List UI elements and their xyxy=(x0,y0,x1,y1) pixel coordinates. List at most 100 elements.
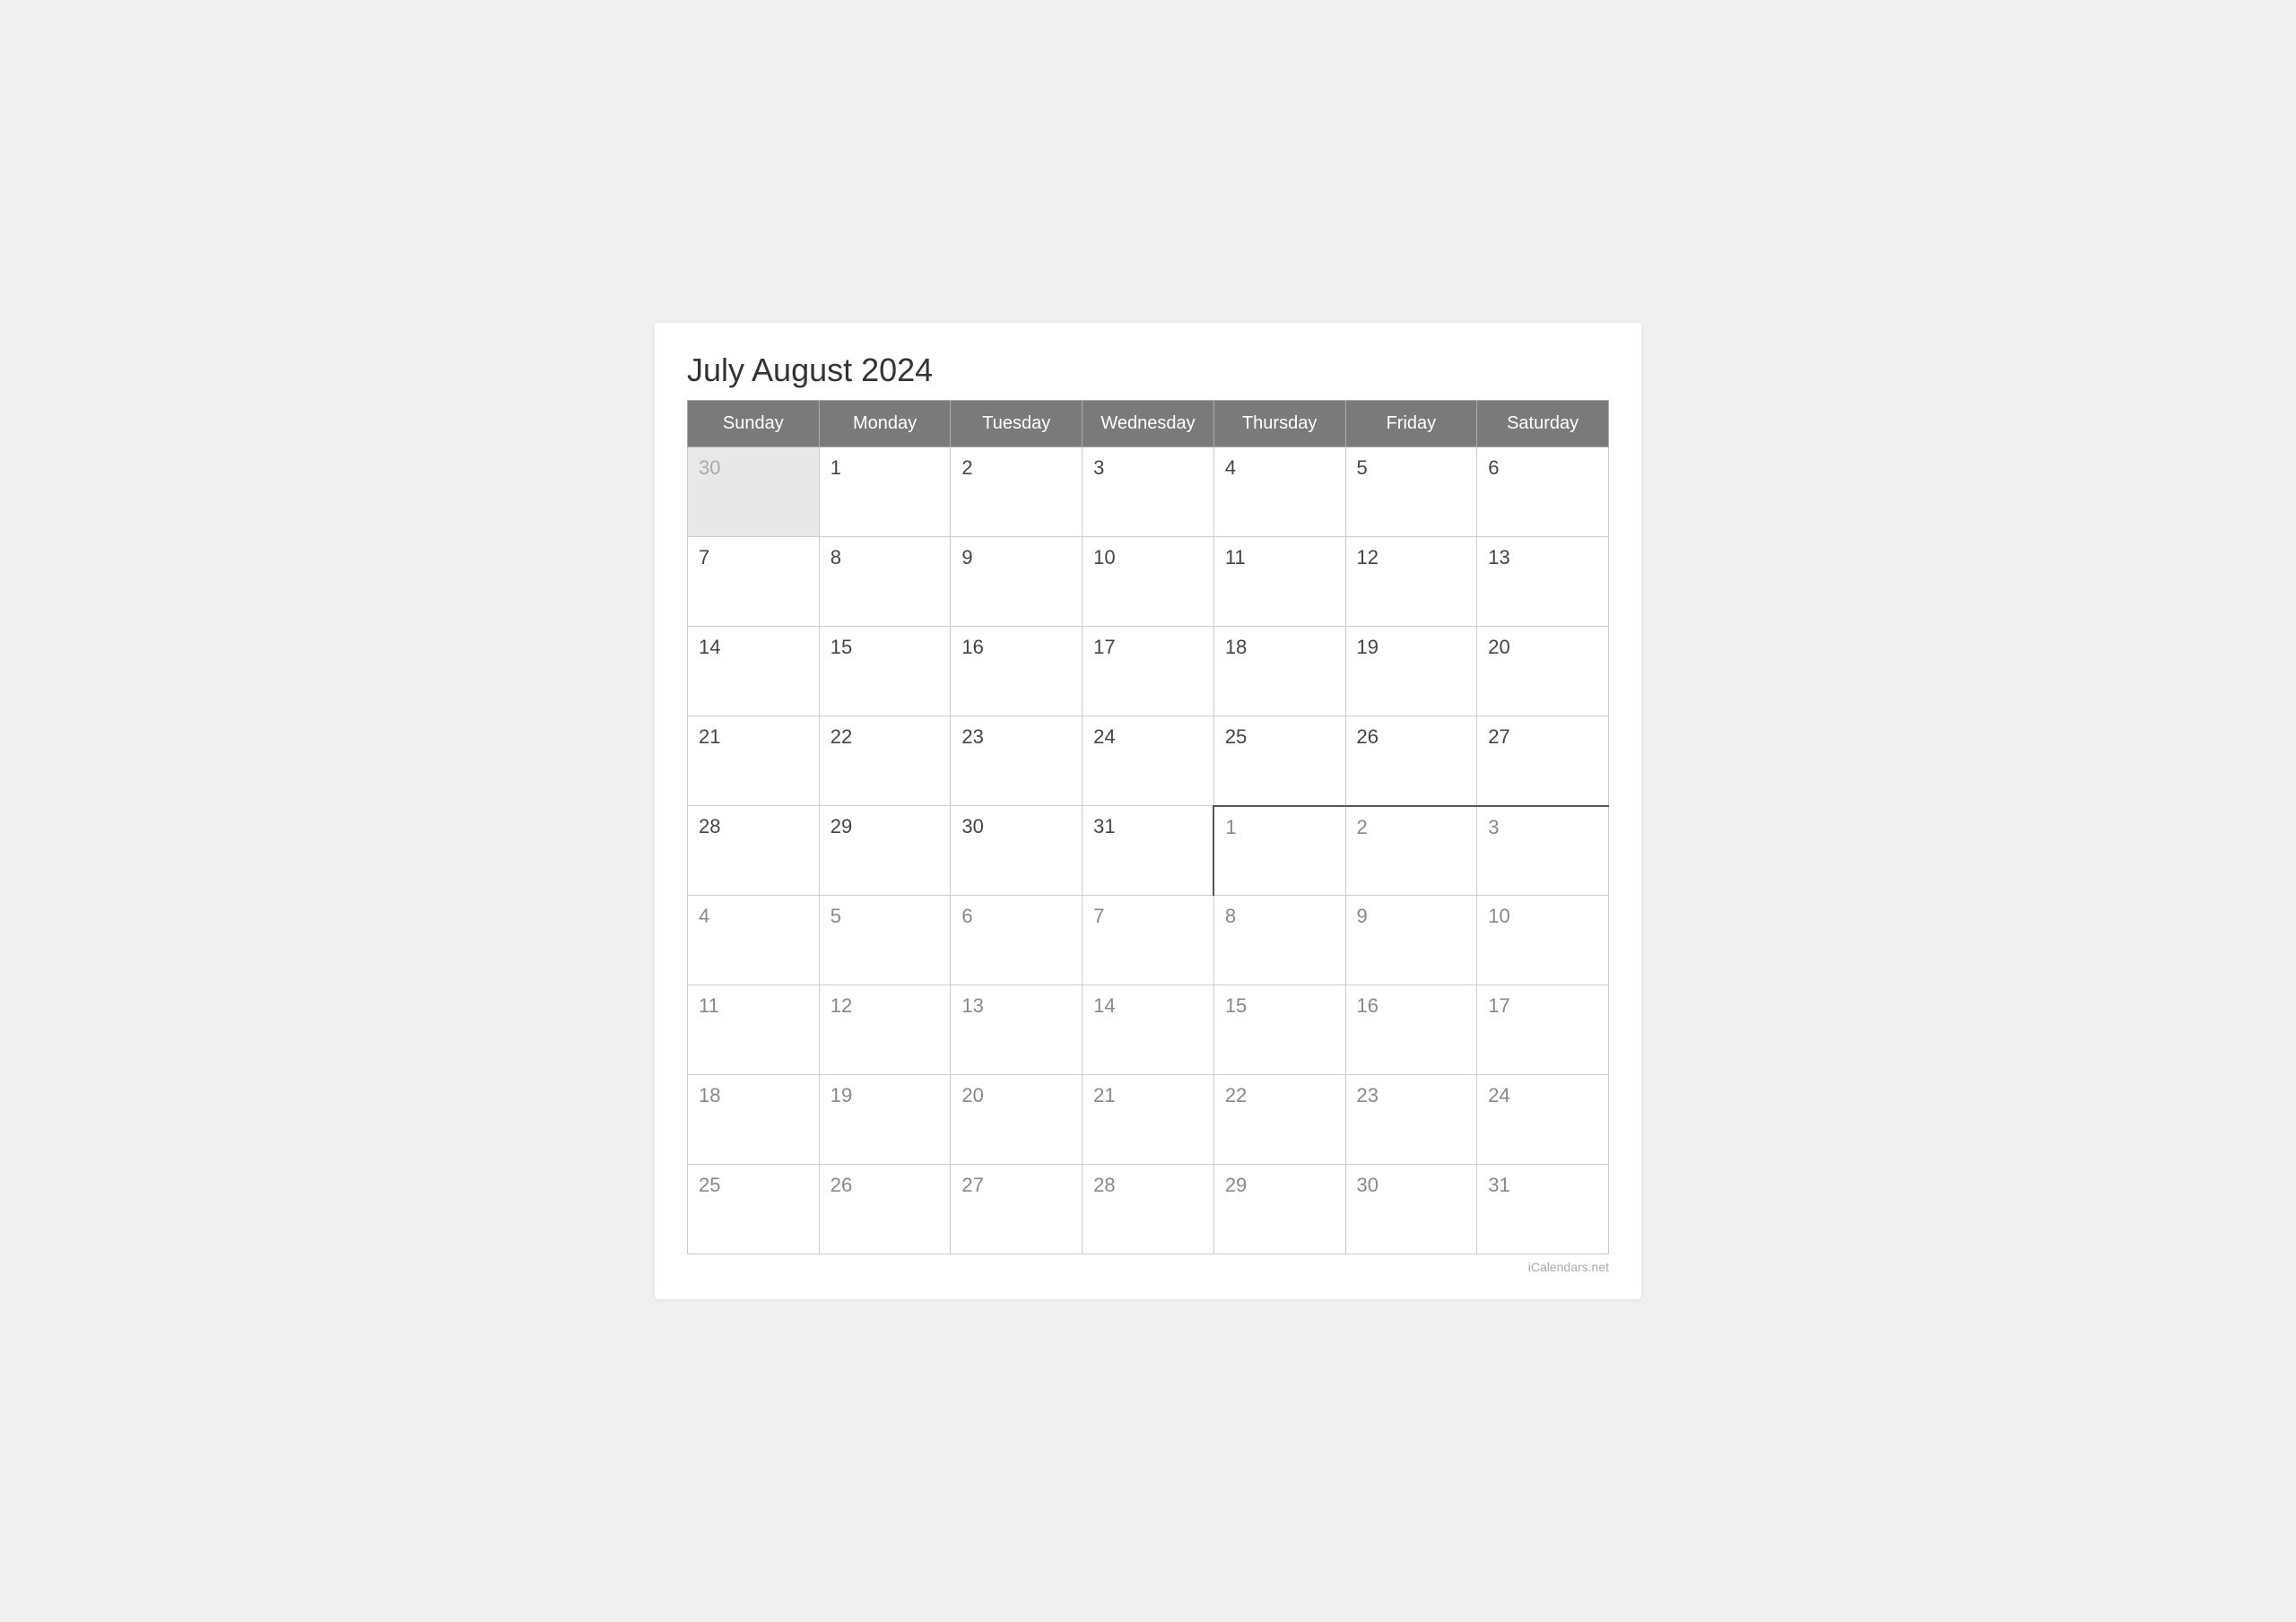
calendar-cell: 15 xyxy=(819,627,951,716)
calendar-cell: 24 xyxy=(1477,1075,1609,1165)
day-number: 28 xyxy=(699,815,720,837)
calendar-cell: 8 xyxy=(819,537,951,627)
calendar-row: 18192021222324 xyxy=(688,1075,1609,1165)
day-number: 20 xyxy=(961,1084,983,1106)
calendar-cell: 7 xyxy=(688,537,820,627)
calendar-title: July August 2024 xyxy=(687,351,1609,389)
day-number: 8 xyxy=(1225,905,1236,927)
calendar-cell: 14 xyxy=(688,627,820,716)
calendar-cell: 31 xyxy=(1083,806,1214,896)
calendar-cell: 28 xyxy=(1083,1165,1214,1254)
day-number: 8 xyxy=(831,546,841,568)
calendar-row: 11121314151617 xyxy=(688,985,1609,1075)
calendar-cell: 9 xyxy=(1345,896,1477,985)
calendar-cell: 31 xyxy=(1477,1165,1609,1254)
calendar-cell: 20 xyxy=(951,1075,1083,1165)
day-number: 21 xyxy=(699,725,720,748)
calendar-row: 21222324252627 xyxy=(688,716,1609,806)
calendar-table: SundayMondayTuesdayWednesdayThursdayFrid… xyxy=(687,400,1609,1254)
calendar-cell: 17 xyxy=(1477,985,1609,1075)
calendar-cell: 13 xyxy=(1477,537,1609,627)
calendar-cell: 11 xyxy=(688,985,820,1075)
day-number: 22 xyxy=(831,725,852,748)
day-number: 7 xyxy=(1093,905,1104,927)
day-number: 2 xyxy=(1357,816,1368,838)
calendar-cell: 26 xyxy=(819,1165,951,1254)
calendar-header: SundayMondayTuesdayWednesdayThursdayFrid… xyxy=(688,401,1609,447)
calendar-cell: 27 xyxy=(1477,716,1609,806)
calendar-cell: 8 xyxy=(1213,896,1345,985)
day-number: 12 xyxy=(831,994,852,1017)
calendar-cell: 16 xyxy=(951,627,1083,716)
day-number: 19 xyxy=(1357,636,1378,658)
day-number: 3 xyxy=(1093,456,1104,479)
calendar-cell: 22 xyxy=(1213,1075,1345,1165)
calendar-cell: 1 xyxy=(1213,806,1345,896)
calendar-row: 28 29 30 31 1 2 3 xyxy=(688,806,1609,896)
calendar-cell: 23 xyxy=(951,716,1083,806)
calendar-cell: 19 xyxy=(1345,627,1477,716)
calendar-cell: 12 xyxy=(819,985,951,1075)
day-number: 29 xyxy=(831,815,852,837)
calendar-container: July August 2024 SundayMondayTuesdayWedn… xyxy=(655,323,1641,1299)
calendar-cell: 3 xyxy=(1083,447,1214,537)
day-number: 16 xyxy=(961,636,983,658)
day-number: 27 xyxy=(1488,725,1509,748)
calendar-cell: 4 xyxy=(688,896,820,985)
day-number: 21 xyxy=(1093,1084,1115,1106)
day-number: 1 xyxy=(1225,816,1236,838)
calendar-cell: 28 xyxy=(688,806,820,896)
calendar-cell: 23 xyxy=(1345,1075,1477,1165)
day-number: 11 xyxy=(699,994,719,1017)
calendar-cell: 5 xyxy=(819,896,951,985)
day-number: 6 xyxy=(1488,456,1499,479)
day-number: 27 xyxy=(961,1174,983,1196)
header-cell-friday: Friday xyxy=(1345,401,1477,447)
calendar-cell: 6 xyxy=(1477,447,1609,537)
day-number: 30 xyxy=(699,456,720,479)
calendar-cell: 7 xyxy=(1083,896,1214,985)
day-number: 16 xyxy=(1357,994,1378,1017)
calendar-row: 25262728293031 xyxy=(688,1165,1609,1254)
day-number: 30 xyxy=(1357,1174,1378,1196)
calendar-cell: 2 xyxy=(951,447,1083,537)
day-number: 15 xyxy=(1225,994,1247,1017)
day-number: 5 xyxy=(831,905,841,927)
day-number: 10 xyxy=(1488,905,1509,927)
calendar-cell: 30 xyxy=(688,447,820,537)
day-number: 2 xyxy=(961,456,972,479)
calendar-cell: 15 xyxy=(1213,985,1345,1075)
day-number: 20 xyxy=(1488,636,1509,658)
header-cell-monday: Monday xyxy=(819,401,951,447)
day-number: 24 xyxy=(1488,1084,1509,1106)
day-number: 31 xyxy=(1488,1174,1509,1196)
header-cell-sunday: Sunday xyxy=(688,401,820,447)
watermark: iCalendars.net xyxy=(687,1260,1609,1274)
calendar-cell: 6 xyxy=(951,896,1083,985)
day-number: 9 xyxy=(961,546,972,568)
day-number: 23 xyxy=(1357,1084,1378,1106)
day-number: 9 xyxy=(1357,905,1368,927)
day-number: 26 xyxy=(1357,725,1378,748)
calendar-cell: 24 xyxy=(1083,716,1214,806)
day-number: 24 xyxy=(1093,725,1115,748)
day-number: 30 xyxy=(961,815,983,837)
day-number: 4 xyxy=(1225,456,1236,479)
day-number: 11 xyxy=(1225,546,1246,568)
header-cell-thursday: Thursday xyxy=(1213,401,1345,447)
day-number: 1 xyxy=(831,456,841,479)
calendar-cell: 20 xyxy=(1477,627,1609,716)
calendar-cell: 12 xyxy=(1345,537,1477,627)
calendar-cell: 3 xyxy=(1477,806,1609,896)
day-number: 22 xyxy=(1225,1084,1247,1106)
header-cell-tuesday: Tuesday xyxy=(951,401,1083,447)
calendar-cell: 10 xyxy=(1477,896,1609,985)
day-number: 23 xyxy=(961,725,983,748)
day-number: 19 xyxy=(831,1084,852,1106)
day-number: 15 xyxy=(831,636,852,658)
calendar-row: 14151617181920 xyxy=(688,627,1609,716)
calendar-row: 45678910 xyxy=(688,896,1609,985)
calendar-cell: 14 xyxy=(1083,985,1214,1075)
day-number: 26 xyxy=(831,1174,852,1196)
calendar-cell: 30 xyxy=(1345,1165,1477,1254)
